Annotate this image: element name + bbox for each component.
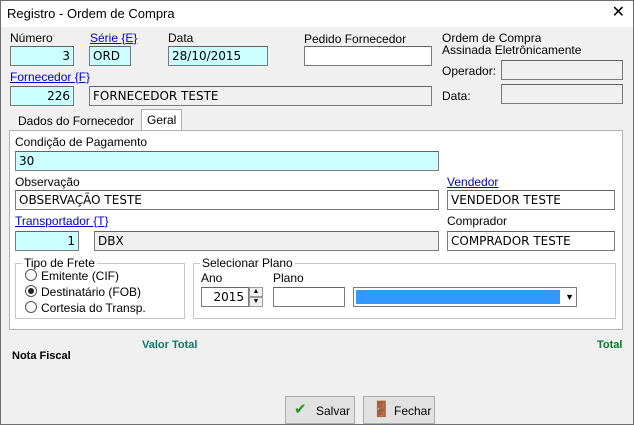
salvar-button[interactable]: ✔ Salvar bbox=[285, 396, 355, 424]
spin-down-icon[interactable]: ▼ bbox=[249, 297, 263, 307]
plano-title: Selecionar Plano bbox=[200, 256, 295, 270]
observacao-label: Observação bbox=[15, 175, 80, 189]
radio-emitente[interactable]: Emitente (CIF) bbox=[25, 269, 119, 283]
check-icon: ✔ bbox=[294, 401, 307, 418]
radio-cortesia[interactable]: Cortesia do Transp. bbox=[25, 301, 146, 315]
condicao-label: Condição de Pagamento bbox=[15, 135, 148, 149]
comprador-input[interactable]: COMPRADOR TESTE bbox=[447, 231, 615, 251]
radio-circle-icon bbox=[25, 301, 37, 313]
fechar-button[interactable]: 🚪 Fechar bbox=[363, 396, 435, 424]
numero-input[interactable]: 3 bbox=[10, 46, 74, 66]
radio-circle-icon bbox=[25, 269, 37, 281]
close-icon[interactable]: ✕ bbox=[612, 3, 625, 23]
valor-total-label: Valor Total bbox=[142, 339, 198, 351]
nota-fiscal-label: Nota Fiscal bbox=[12, 350, 71, 362]
pedido-label: Pedido Fornecedor bbox=[304, 32, 407, 46]
combo-selection bbox=[356, 290, 560, 304]
salvar-label: Salvar bbox=[316, 404, 351, 418]
radio-destinatario[interactable]: Destinatário (FOB) bbox=[25, 285, 141, 299]
serie-input[interactable]: ORD bbox=[89, 46, 131, 66]
vendedor-input[interactable]: VENDEDOR TESTE bbox=[447, 190, 615, 210]
window-title: Registro - Ordem de Compra bbox=[7, 6, 175, 21]
fechar-label: Fechar bbox=[394, 404, 432, 418]
radio-emitente-label: Emitente (CIF) bbox=[41, 269, 120, 283]
pedido-input[interactable] bbox=[304, 46, 432, 66]
tab-geral[interactable]: Geral bbox=[141, 109, 183, 131]
plano-label: Plano bbox=[273, 271, 304, 285]
fornecedor-code-input[interactable]: 226 bbox=[10, 86, 74, 106]
ano-input[interactable]: 2015 bbox=[201, 287, 249, 307]
door-icon: 🚪 bbox=[372, 401, 391, 418]
ano-label: Ano bbox=[201, 271, 223, 285]
frete-title: Tipo de Frete bbox=[22, 256, 97, 270]
fornecedor-name-input: FORNECEDOR TESTE bbox=[89, 86, 432, 106]
plano-combo[interactable]: ▼ bbox=[353, 287, 577, 307]
observacao-input[interactable]: OBSERVAÇÃO TESTE bbox=[15, 190, 439, 210]
window: Registro - Ordem de Compra ✕ Número 3 Sé… bbox=[0, 0, 634, 425]
operador-input bbox=[501, 60, 623, 80]
radio-cortesia-label: Cortesia do Transp. bbox=[41, 301, 146, 315]
plano-input[interactable] bbox=[273, 287, 345, 307]
total-label: Total bbox=[597, 339, 623, 351]
data2-input bbox=[501, 84, 623, 104]
condicao-input[interactable]: 30 bbox=[15, 151, 439, 171]
title-bar: Registro - Ordem de Compra ✕ bbox=[1, 1, 633, 27]
transportador-name-input: DBX bbox=[94, 231, 439, 251]
numero-label: Número bbox=[10, 31, 53, 45]
assinada-label: Ordem de Compra Assinada Eletrônicamente bbox=[442, 31, 582, 57]
operador-label: Operador: bbox=[442, 64, 497, 78]
serie-link[interactable]: Série {E} bbox=[90, 31, 137, 45]
radio-selected-icon bbox=[25, 285, 37, 297]
data-input[interactable]: 28/10/2015 bbox=[168, 46, 268, 66]
transportador-code-input[interactable]: 1 bbox=[15, 231, 79, 251]
spin-up-icon[interactable]: ▲ bbox=[249, 287, 263, 297]
comprador-label: Comprador bbox=[447, 214, 508, 228]
transportador-link[interactable]: Transportador {T} bbox=[15, 214, 109, 228]
totals-strip bbox=[9, 334, 623, 366]
data-label: Data bbox=[168, 31, 194, 45]
data2-label: Data: bbox=[442, 89, 471, 103]
chevron-down-icon[interactable]: ▼ bbox=[565, 292, 574, 302]
tab-dados-fornecedor[interactable]: Dados do Fornecedor bbox=[13, 111, 139, 131]
fornecedor-link[interactable]: Fornecedor {F} bbox=[10, 70, 90, 84]
vendedor-link[interactable]: Vendedor bbox=[447, 175, 498, 189]
radio-destinatario-label: Destinatário (FOB) bbox=[41, 285, 142, 299]
